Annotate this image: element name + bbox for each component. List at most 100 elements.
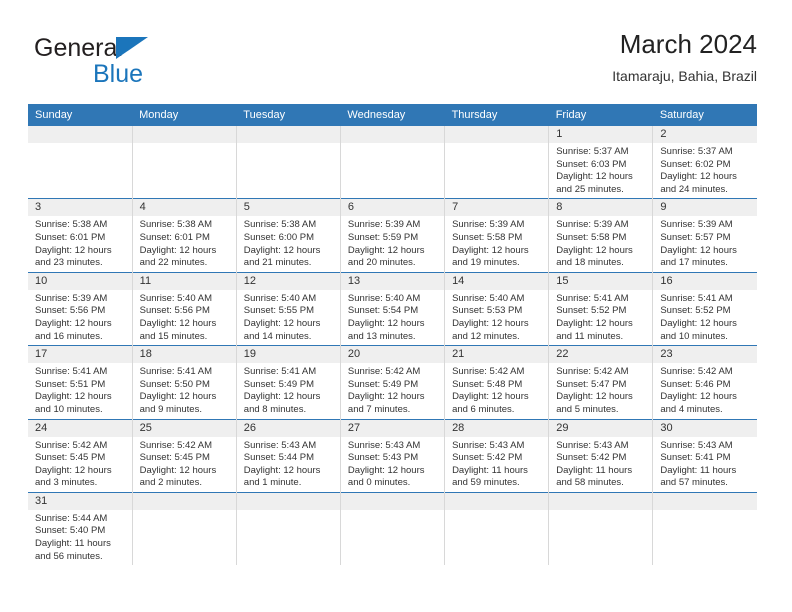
- calendar-day-cell[interactable]: 29 Sunrise: 5:43 AM Sunset: 5:42 PM Dayligh…: [548, 418, 654, 493]
- sunset-time: Sunset: 5:52 PM: [660, 305, 731, 317]
- calendar-day-cell[interactable]: 3 Sunrise: 5:38 AM Sunset: 6:01 PM Daylight…: [28, 198, 133, 273]
- calendar-day-cell[interactable]: 22 Sunrise: 5:42 AM Sunset: 5:47 PM Dayligh…: [548, 345, 654, 419]
- sunset-time: Sunset: 5:42 PM: [556, 452, 627, 464]
- calendar-day-cell[interactable]: 4 Sunrise: 5:38 AM Sunset: 6:01 PM Daylight…: [132, 198, 237, 273]
- day-details: Sunrise: 5:42 AM Sunset: 5:48 PM Daylight:…: [445, 363, 548, 418]
- calendar-day-cell[interactable]: 11 Sunrise: 5:40 AM Sunset: 5:56 PM Dayligh…: [132, 271, 237, 346]
- daylight-duration-line1: Daylight: 12 hours: [660, 171, 737, 183]
- daylight-duration-line2: and 6 minutes.: [452, 403, 515, 415]
- daylight-duration-line2: and 3 minutes.: [35, 477, 98, 489]
- calendar-week-row: 24 Sunrise: 5:42 AM Sunset: 5:45 PM Dayligh…: [28, 418, 757, 493]
- calendar-day-cell[interactable]: 7 Sunrise: 5:39 AM Sunset: 5:58 PM Daylight…: [444, 198, 550, 273]
- sunrise-time: Sunrise: 5:40 AM: [243, 292, 317, 304]
- sunset-time: Sunset: 6:02 PM: [660, 158, 731, 170]
- sunset-time: Sunset: 5:49 PM: [243, 378, 315, 390]
- daylight-duration-line1: Daylight: 12 hours: [243, 244, 321, 256]
- daylight-duration-line2: and 22 minutes.: [139, 257, 208, 269]
- calendar-day-cell[interactable]: 10 Sunrise: 5:39 AM Sunset: 5:56 PM Dayligh…: [28, 271, 133, 346]
- title-block: March 2024 Itamaraju, Bahia, Brazil: [612, 28, 757, 86]
- calendar-day-cell[interactable]: 9 Sunrise: 5:39 AM Sunset: 5:57 PM Daylight…: [652, 198, 757, 273]
- calendar-day-cell[interactable]: 1 Sunrise: 5:37 AM Sunset: 6:03 PM Daylight…: [548, 126, 654, 199]
- daylight-duration-line2: and 59 minutes.: [452, 477, 520, 489]
- calendar-day-cell[interactable]: 25 Sunrise: 5:42 AM Sunset: 5:45 PM Dayligh…: [132, 418, 237, 493]
- daylight-duration-line2: and 24 minutes.: [660, 183, 728, 195]
- day-number: 12: [236, 272, 340, 290]
- day-details: Sunrise: 5:43 AM Sunset: 5:42 PM Daylight:…: [549, 437, 652, 492]
- day-details: Sunrise: 5:41 AM Sunset: 5:51 PM Daylight:…: [28, 363, 132, 418]
- day-number: 21: [445, 346, 549, 364]
- weekday-header-friday: Friday: [548, 104, 653, 126]
- sunrise-time: Sunrise: 5:39 AM: [452, 219, 525, 231]
- calendar-day-cell[interactable]: 15 Sunrise: 5:41 AM Sunset: 5:52 PM Dayligh…: [548, 271, 654, 346]
- daylight-duration-line2: and 18 minutes.: [556, 257, 624, 269]
- general-blue-logo: General Blue: [34, 34, 234, 92]
- sunset-time: Sunset: 5:48 PM: [452, 378, 523, 390]
- weekday-header-monday: Monday: [132, 104, 237, 126]
- sunrise-time: Sunrise: 5:43 AM: [556, 439, 629, 451]
- sunrise-time: Sunrise: 5:41 AM: [139, 366, 212, 378]
- day-details: Sunrise: 5:41 AM Sunset: 5:49 PM Daylight:…: [237, 363, 340, 418]
- calendar-day-cell[interactable]: 21 Sunrise: 5:42 AM Sunset: 5:48 PM Dayligh…: [444, 345, 550, 419]
- calendar-day-cell[interactable]: 17 Sunrise: 5:41 AM Sunset: 5:51 PM Dayligh…: [28, 345, 133, 419]
- day-details: Sunrise: 5:40 AM Sunset: 5:53 PM Daylight:…: [445, 290, 548, 345]
- day-details: Sunrise: 5:42 AM Sunset: 5:46 PM Daylight:…: [653, 363, 757, 418]
- day-number: 16: [653, 272, 757, 290]
- day-number: 6: [340, 199, 445, 217]
- sunrise-time: Sunrise: 5:41 AM: [660, 292, 733, 304]
- sunrise-time: Sunrise: 5:42 AM: [660, 366, 733, 378]
- daylight-duration-line1: Daylight: 12 hours: [139, 391, 217, 403]
- calendar-day-cell[interactable]: 24 Sunrise: 5:42 AM Sunset: 5:45 PM Dayligh…: [28, 418, 133, 493]
- calendar-day-cell[interactable]: 23 Sunrise: 5:42 AM Sunset: 5:46 PM Dayligh…: [652, 345, 757, 419]
- calendar-day-cell[interactable]: 31 Sunrise: 5:44 AM Sunset: 5:40 PM Dayligh…: [28, 491, 133, 566]
- daylight-duration-line2: and 2 minutes.: [139, 477, 202, 489]
- sunset-time: Sunset: 5:54 PM: [347, 305, 419, 317]
- calendar-empty-cell: [340, 491, 446, 566]
- day-number: 10: [28, 272, 132, 290]
- day-number: 20: [340, 346, 445, 364]
- calendar-day-cell[interactable]: 8 Sunrise: 5:39 AM Sunset: 5:58 PM Daylight…: [548, 198, 654, 273]
- sunrise-time: Sunrise: 5:39 AM: [556, 219, 629, 231]
- weekday-header-tuesday: Tuesday: [236, 104, 341, 126]
- calendar-day-cell[interactable]: 30 Sunrise: 5:43 AM Sunset: 5:41 PM Dayligh…: [652, 418, 757, 493]
- calendar-page: General Blue March 2024 Itamaraju, Bahia…: [0, 0, 792, 612]
- calendar-day-cell[interactable]: 5 Sunrise: 5:38 AM Sunset: 6:00 PM Daylight…: [236, 198, 341, 273]
- sunset-time: Sunset: 5:44 PM: [243, 452, 315, 464]
- calendar-day-cell[interactable]: 27 Sunrise: 5:43 AM Sunset: 5:43 PM Dayligh…: [340, 418, 446, 493]
- calendar-week-row: 31 Sunrise: 5:44 AM Sunset: 5:40 PM Dayligh…: [28, 491, 757, 566]
- day-details: Sunrise: 5:38 AM Sunset: 6:01 PM Daylight:…: [28, 216, 132, 271]
- sunset-time: Sunset: 5:43 PM: [347, 452, 419, 464]
- day-number: 13: [340, 272, 445, 290]
- day-number: 22: [549, 346, 653, 364]
- calendar-day-cell[interactable]: 6 Sunrise: 5:39 AM Sunset: 5:59 PM Daylight…: [340, 198, 446, 273]
- calendar-empty-cell: [28, 126, 133, 199]
- day-number: [132, 492, 236, 510]
- sunrise-time: Sunrise: 5:38 AM: [35, 219, 108, 231]
- day-number: 25: [132, 419, 236, 437]
- day-number: 18: [132, 346, 236, 364]
- day-number: [132, 126, 236, 143]
- daylight-duration-line2: and 9 minutes.: [139, 403, 202, 415]
- sunset-time: Sunset: 5:50 PM: [139, 378, 210, 390]
- calendar-day-cell[interactable]: 26 Sunrise: 5:43 AM Sunset: 5:44 PM Dayligh…: [236, 418, 341, 493]
- day-details: Sunrise: 5:37 AM Sunset: 6:02 PM Daylight:…: [653, 143, 757, 198]
- daylight-duration-line1: Daylight: 12 hours: [452, 391, 529, 403]
- calendar-day-cell[interactable]: 16 Sunrise: 5:41 AM Sunset: 5:52 PM Dayligh…: [652, 271, 757, 346]
- calendar-day-cell[interactable]: 20 Sunrise: 5:42 AM Sunset: 5:49 PM Dayligh…: [340, 345, 446, 419]
- calendar-day-cell[interactable]: 28 Sunrise: 5:43 AM Sunset: 5:42 PM Dayligh…: [444, 418, 550, 493]
- calendar-day-cell[interactable]: 18 Sunrise: 5:41 AM Sunset: 5:50 PM Dayligh…: [132, 345, 237, 419]
- sunset-time: Sunset: 5:41 PM: [660, 452, 731, 464]
- calendar-empty-cell: [236, 491, 341, 566]
- sunset-time: Sunset: 5:42 PM: [452, 452, 523, 464]
- sunset-time: Sunset: 5:53 PM: [452, 305, 523, 317]
- daylight-duration-line1: Daylight: 12 hours: [139, 317, 217, 329]
- sunrise-time: Sunrise: 5:42 AM: [452, 366, 525, 378]
- calendar-day-cell[interactable]: 14 Sunrise: 5:40 AM Sunset: 5:53 PM Dayligh…: [444, 271, 550, 346]
- sunrise-time: Sunrise: 5:37 AM: [660, 146, 733, 157]
- day-details: Sunrise: 5:37 AM Sunset: 6:03 PM Daylight:…: [549, 143, 652, 198]
- daylight-duration-line1: Daylight: 12 hours: [347, 464, 425, 476]
- day-number: 27: [340, 419, 445, 437]
- calendar-day-cell[interactable]: 19 Sunrise: 5:41 AM Sunset: 5:49 PM Dayligh…: [236, 345, 341, 419]
- calendar-day-cell[interactable]: 2 Sunrise: 5:37 AM Sunset: 6:02 PM Daylight…: [652, 126, 757, 199]
- calendar-day-cell[interactable]: 13 Sunrise: 5:40 AM Sunset: 5:54 PM Dayligh…: [340, 271, 446, 346]
- calendar-day-cell[interactable]: 12 Sunrise: 5:40 AM Sunset: 5:55 PM Dayligh…: [236, 271, 341, 346]
